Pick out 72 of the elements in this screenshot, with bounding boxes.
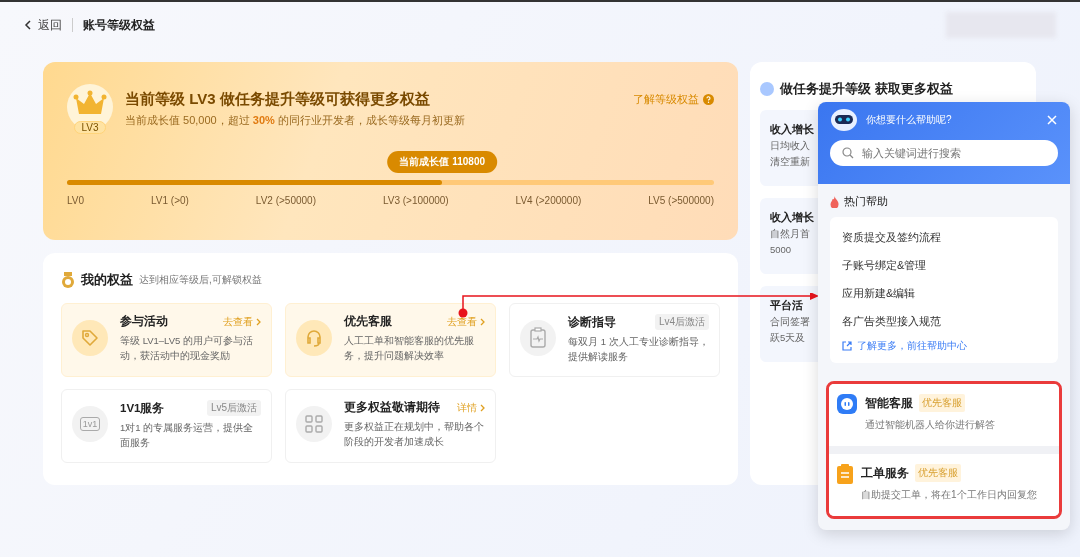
search-field[interactable]: 输入关键词进行搜索 xyxy=(830,140,1058,166)
service-option[interactable]: 智能客服 优先客服 通过智能机器人给你进行解答 xyxy=(829,384,1059,446)
task-description: 5000 xyxy=(770,244,792,255)
chevron-left-icon xyxy=(24,20,32,30)
grid-icon xyxy=(305,415,323,433)
level-tick-label: LV0 xyxy=(67,195,85,206)
level-tick-label: LV1 (>0) xyxy=(151,195,189,206)
tag-icon xyxy=(80,328,100,348)
chevron-right-icon xyxy=(480,403,485,412)
help-topic-link[interactable]: 子账号绑定&管理 xyxy=(842,251,927,279)
crown-icon xyxy=(73,90,107,116)
benefit-title: 优先客服 xyxy=(344,314,392,329)
task-description: 合同签署 xyxy=(770,316,810,329)
task-title: 平台活 xyxy=(770,298,803,313)
benefit-title: 1V1服务 xyxy=(120,400,165,416)
benefit-description: 1对1 的专属服务运营，提供全面服务 xyxy=(120,421,255,450)
level-title: 当前等级 LV3 做任务提升等级可获得更多权益 xyxy=(125,90,431,109)
robot-icon xyxy=(830,108,858,132)
help-center-link[interactable]: 了解更多，前往帮助中心 xyxy=(842,335,967,357)
benefit-description: 人工工单和智能客服的优先服务，提升问题解决效率 xyxy=(344,334,475,363)
chevron-right-icon xyxy=(256,317,261,326)
benefit-title: 参与活动 xyxy=(120,314,168,329)
priority-tag: 优先客服 xyxy=(919,394,965,412)
task-description: 日均收入 xyxy=(770,140,810,153)
level-subtitle: 当前成长值 50,000，超过 30% 的同行业开发者，成长等级每月初更新 xyxy=(125,113,466,128)
task-title: 收入增长 xyxy=(770,210,814,225)
help-question: 你想要什么帮助呢? xyxy=(866,113,953,127)
benefits-hint: 达到相应等级后,可解锁权益 xyxy=(139,273,262,287)
service-title: 工单服务 xyxy=(861,465,909,481)
page-title: 账号等级权益 xyxy=(83,16,155,34)
service-description: 通过智能机器人给你进行解答 xyxy=(865,418,995,432)
back-link[interactable]: 返回 xyxy=(24,16,62,34)
task-panel-title: 做任务提升等级 获取更多权益 xyxy=(780,80,953,98)
hot-help-title: 热门帮助 xyxy=(844,194,888,209)
clipboard-icon xyxy=(837,464,853,484)
chat-bot-icon xyxy=(837,394,857,414)
benefit-title: 诊断指导 xyxy=(568,314,616,330)
level-tick-label: LV5 (>500000) xyxy=(648,195,714,206)
close-button[interactable] xyxy=(1046,114,1058,126)
clipboard-pulse-icon xyxy=(529,327,547,349)
task-description: 跃5天及 xyxy=(770,332,806,345)
help-icon xyxy=(703,94,714,105)
level-tick-label: LV3 (>100000) xyxy=(382,195,449,206)
chevron-right-icon xyxy=(480,317,485,326)
task-title: 收入增长 xyxy=(770,122,814,137)
flame-icon xyxy=(830,195,839,208)
benefit-title: 更多权益敬请期待 xyxy=(344,400,440,415)
headset-icon xyxy=(304,328,324,348)
benefits-title: 我的权益 xyxy=(81,271,133,289)
growth-tooltip: 当前成长值 110800 xyxy=(387,151,498,173)
level-tick-label: LV4 (>200000) xyxy=(515,195,582,206)
one-on-one-icon: 1v1 xyxy=(79,417,101,431)
task-description: 自然月首 xyxy=(770,228,810,241)
service-title: 智能客服 xyxy=(865,395,913,411)
search-icon xyxy=(842,147,854,159)
help-topic-link[interactable]: 资质提交及签约流程 xyxy=(842,223,941,251)
unlock-level-tag: Lv4后激活 xyxy=(654,314,709,330)
task-description: 清空重新 xyxy=(770,156,810,169)
unlock-level-tag: Lv5后激活 xyxy=(206,400,261,416)
medal-icon xyxy=(61,272,75,288)
benefit-description: 更多权益正在规划中，帮助各个阶段的开发者加速成长 xyxy=(344,420,485,449)
service-option[interactable]: 工单服务 优先客服 自助提交工单，将在1个工作日内回复您 xyxy=(829,454,1059,516)
help-topic-link[interactable]: 各广告类型接入规范 xyxy=(842,307,941,335)
circle-icon xyxy=(760,82,774,96)
level-badge: LV3 xyxy=(74,121,106,134)
service-description: 自助提交工单，将在1个工作日内回复您 xyxy=(861,488,1037,502)
benefit-description: 每双月 1 次人工专业诊断指导，提供解读服务 xyxy=(568,335,709,364)
benefit-description: 等级 LV1–LV5 的用户可参与活动，获活动中的现金奖励 xyxy=(120,334,254,363)
help-topic-link[interactable]: 应用新建&编辑 xyxy=(842,279,916,307)
priority-tag: 优先客服 xyxy=(915,464,961,482)
level-tick-label: LV2 (>50000) xyxy=(255,195,316,206)
external-link-icon xyxy=(842,341,852,351)
